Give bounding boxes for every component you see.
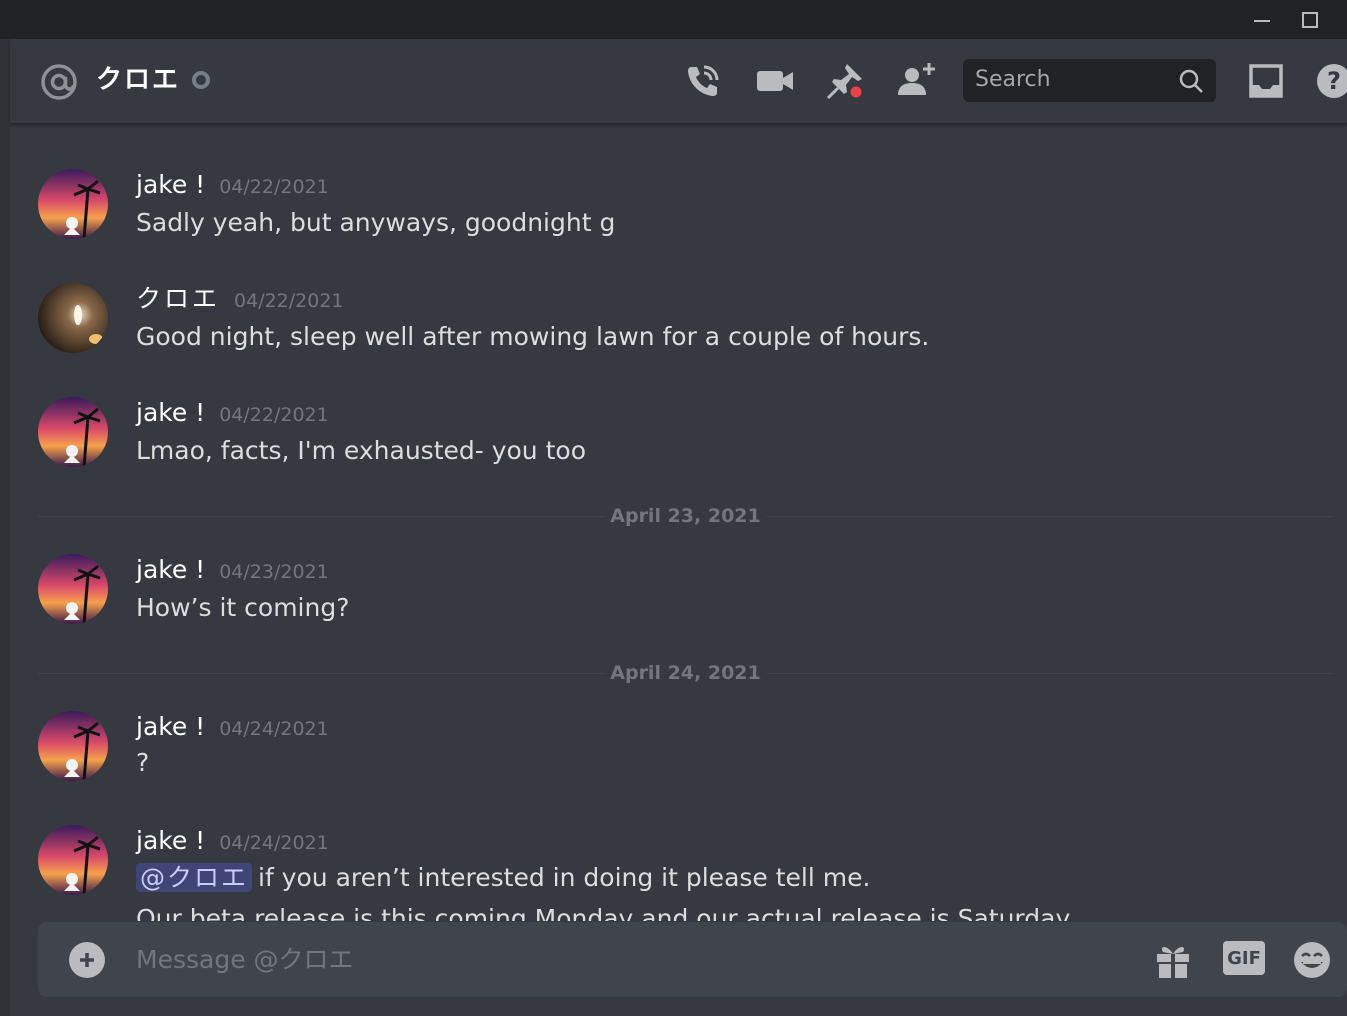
sunset-avatar-image xyxy=(38,554,108,624)
message-text: @クロエ if you aren’t interested in doing it… xyxy=(136,861,870,895)
message-text-content: if you aren’t interested in doing it ple… xyxy=(258,863,871,892)
message-timestamp: 04/22/2021 xyxy=(219,404,329,426)
help-icon[interactable]: ? xyxy=(1314,61,1347,101)
date-divider-label: April 24, 2021 xyxy=(604,662,767,684)
avatar[interactable] xyxy=(38,711,108,781)
user-mention[interactable]: @クロエ xyxy=(136,863,253,892)
message-author[interactable]: jake ! xyxy=(136,169,205,201)
video-icon[interactable] xyxy=(755,61,795,101)
message-timestamp: 04/24/2021 xyxy=(219,718,329,740)
sidebar-edge xyxy=(0,39,10,1016)
message-author[interactable]: jake ! xyxy=(136,397,205,429)
message-text: Lmao, facts, I'm exhausted- you too xyxy=(136,436,586,465)
channel-title: クロエ xyxy=(96,65,181,95)
sunset-avatar-image xyxy=(38,169,108,239)
minimize-icon[interactable] xyxy=(1238,0,1286,39)
message-author[interactable]: jake ! xyxy=(136,711,205,743)
avatar[interactable] xyxy=(38,554,108,624)
sunset-avatar-image xyxy=(38,397,108,467)
search-input[interactable]: Search xyxy=(963,59,1216,102)
date-divider: April 23, 2021 xyxy=(38,505,1333,527)
avatar[interactable] xyxy=(38,169,108,239)
candle-avatar-image xyxy=(38,283,108,353)
message-author[interactable]: jake ! xyxy=(136,554,205,586)
date-divider-label: April 23, 2021 xyxy=(604,505,767,527)
svg-text:?: ? xyxy=(1327,67,1341,95)
gift-icon[interactable] xyxy=(1153,940,1193,980)
message-timestamp: 04/22/2021 xyxy=(234,290,344,312)
maximize-icon[interactable] xyxy=(1286,0,1334,39)
avatar[interactable] xyxy=(38,825,108,895)
inbox-icon[interactable] xyxy=(1246,61,1286,101)
call-icon[interactable] xyxy=(683,61,723,101)
date-divider: April 24, 2021 xyxy=(38,662,1333,684)
message-list[interactable]: jake ! 04/22/2021 Sadly yeah, but anyway… xyxy=(10,124,1347,921)
gif-icon[interactable]: GIF xyxy=(1223,941,1265,975)
message-timestamp: 04/22/2021 xyxy=(219,176,329,198)
message-input[interactable]: Message @クロエ xyxy=(136,942,354,978)
message-text: Good night, sleep well after mowing lawn… xyxy=(136,322,930,351)
avatar[interactable] xyxy=(38,283,108,353)
message-author[interactable]: クロエ xyxy=(136,283,220,315)
pin-icon[interactable] xyxy=(825,61,865,101)
message-author[interactable]: jake ! xyxy=(136,825,205,857)
attach-plus-icon[interactable] xyxy=(69,942,105,978)
message-composer[interactable]: Message @クロエ GIF xyxy=(38,922,1347,997)
message-timestamp: 04/24/2021 xyxy=(219,832,329,854)
add-friend-icon[interactable] xyxy=(896,61,936,101)
emoji-icon[interactable] xyxy=(1292,940,1332,980)
message-text: ? xyxy=(136,748,150,777)
sunset-avatar-image xyxy=(38,825,108,895)
avatar[interactable] xyxy=(38,397,108,467)
status-offline-icon xyxy=(192,71,210,89)
window-titlebar xyxy=(0,0,1347,39)
at-sign-icon xyxy=(41,64,77,100)
channel-header: クロエ Search ? xyxy=(10,39,1347,124)
message-text-continued: Our beta release is this coming Monday a… xyxy=(136,904,1071,921)
message-text: How’s it coming? xyxy=(136,593,350,622)
message-text: Sadly yeah, but anyways, goodnight g xyxy=(136,208,616,237)
message-timestamp: 04/23/2021 xyxy=(219,561,329,583)
search-icon xyxy=(1179,69,1203,93)
sunset-avatar-image xyxy=(38,711,108,781)
